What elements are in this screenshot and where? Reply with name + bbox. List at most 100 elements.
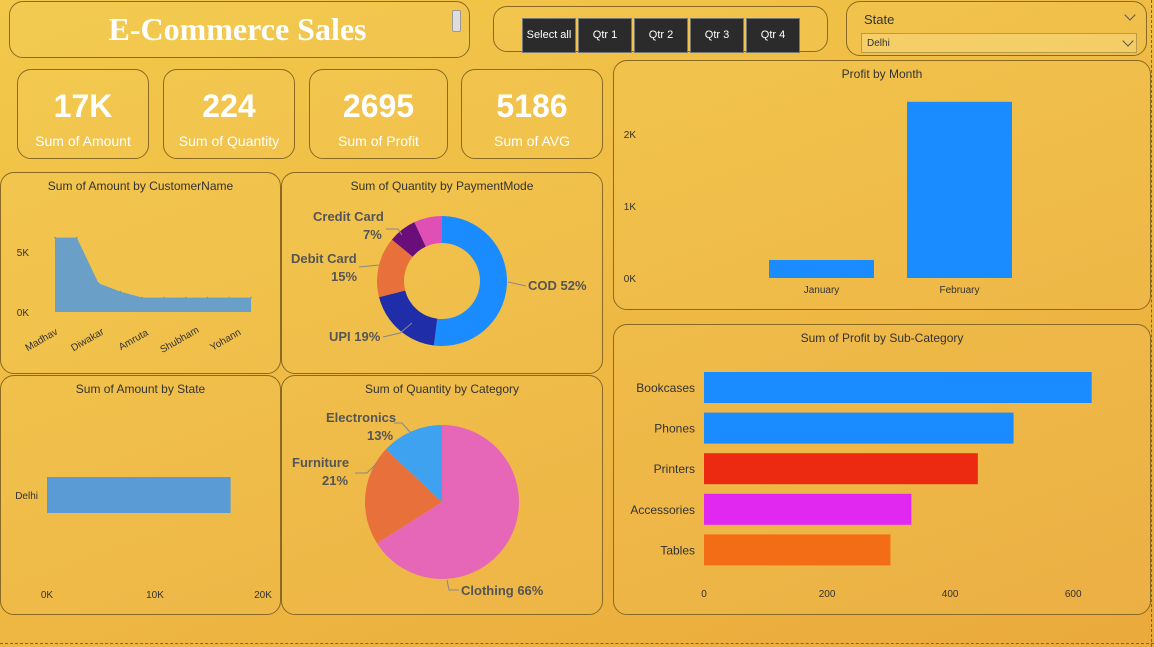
bar [47,477,231,513]
collapse-chevron-icon[interactable] [1124,9,1136,21]
profit-by-month-chart: January February 2K 1K 0K [624,101,1012,296]
slice-label: 13% [367,428,393,443]
y-tick-label: 5K [17,248,30,259]
slice-label: Debit Card [291,251,357,266]
kpi-card-quantity: 224 Sum of Quantity [163,69,295,159]
y-category-label: Delhi [15,491,38,502]
quantity-by-category-card: Sum of Quantity by Category Clothing 66%… [281,375,603,615]
x-tick-label: 0K [41,590,54,601]
slice-label: Credit Card [313,209,384,224]
x-tick-label: 20K [254,590,272,601]
slice-label: COD 52% [528,278,587,293]
amount-by-customer-chart: 5K 0K Madhav Diwakar Amruta Shubham Yohann [17,236,252,356]
y-tick-label: 2K [624,130,637,141]
leader-line [394,422,411,433]
state-dropdown[interactable]: Delhi [861,33,1137,53]
qtr-3-button[interactable]: Qtr 3 [690,18,744,53]
scroll-indicator-icon[interactable] [452,10,461,32]
y-tick-label: 0K [624,274,637,285]
slice-label: UPI 19% [329,329,381,344]
quantity-by-category-chart: Clothing 66% Furniture 21% Electronics 13% [292,410,544,598]
qtr-2-button[interactable]: Qtr 2 [634,18,688,53]
state-slicer-label: State [864,12,895,27]
state-dropdown-value: Delhi [867,38,890,49]
x-tick-label: Diwakar [69,326,106,354]
kpi-value: 5186 [496,88,568,124]
bar [704,453,978,485]
data-point [250,296,252,299]
bar [704,534,891,566]
x-tick-label: Yohann [208,327,243,353]
x-tick-label: Amruta [117,327,151,353]
qtr-4-button[interactable]: Qtr 4 [746,18,800,53]
kpi-label: Sum of Quantity [178,133,280,149]
y-category-label: Bookcases [636,381,695,395]
profit-by-subcategory-card: Sum of Profit by Sub-Category Bookcases P… [613,324,1151,615]
kpi-value: 17K [53,88,113,124]
x-category-label: February [939,285,979,296]
canvas-bottom-border [0,643,1154,644]
y-category-label: Printers [654,462,695,476]
page-title: E-Commerce Sales [108,11,367,47]
kpi-value: 2695 [342,88,415,124]
kpi-label: Sum of Profit [338,133,419,149]
bar [769,260,874,278]
donut-slice [379,290,438,346]
data-point [141,296,143,299]
amount-by-state-card: Sum of Amount by State Delhi 0K 10K 20K [0,375,281,615]
kpi-label: Sum of AVG [494,133,570,149]
data-point [163,296,165,299]
profit-by-month-card: Profit by Month January February 2K 1K 0K [613,60,1151,310]
leader-line [507,281,527,287]
amount-by-customer-card: Sum of Amount by CustomerName 5K 0K Madhav… [0,172,281,374]
slice-label: Clothing 66% [461,583,544,598]
state-slicer: State Delhi [846,1,1147,56]
chevron-down-icon [1122,35,1134,47]
kpi-value: 224 [202,88,256,124]
x-tick-label: Madhav [24,327,60,354]
x-tick-label: 200 [819,589,836,600]
quantity-by-paymentmode-card: Sum of Quantity by PaymentMode COD 52% UP… [281,172,603,374]
x-tick-label: Shubham [158,325,201,356]
bar [907,101,1012,279]
title-card: E-Commerce Sales [9,1,470,58]
data-point [119,290,122,293]
y-category-label: Tables [660,543,695,557]
kpi-card-profit: 2695 Sum of Profit [309,69,448,159]
canvas-right-border [1151,0,1152,647]
profit-by-subcategory-chart: Bookcases Phones Printers Accessories Tables… [630,372,1092,600]
x-category-label: January [804,285,840,296]
y-category-label: Accessories [630,503,695,517]
qtr-1-button[interactable]: Qtr 1 [578,18,632,53]
x-tick-label: 400 [942,589,959,600]
slice-label: 21% [322,473,348,488]
data-point [206,296,209,299]
donut-slice [433,216,507,346]
kpi-card-avg: 5186 Sum of AVG [461,69,603,159]
amount-by-state-chart: Delhi 0K 10K 20K [15,477,272,601]
y-category-label: Phones [654,422,695,436]
slice-label: 15% [331,269,357,284]
x-tick-label: 600 [1065,589,1082,600]
leader-line [446,579,459,591]
data-point [54,236,56,239]
leader-line [358,264,380,268]
area-series [55,237,251,312]
kpi-label: Sum of Amount [35,133,131,149]
kpi-card-amount: 17K Sum of Amount [17,69,149,159]
bar [704,412,1014,444]
slice-label: Furniture [292,455,349,470]
data-point [184,296,187,299]
data-point [97,282,100,284]
bar [704,372,1092,403]
data-point [75,236,78,239]
qtr-select-all-button[interactable]: Select all [522,18,576,53]
slice-label: Electronics [326,410,396,425]
quantity-by-paymentmode-chart: COD 52% UPI 19% Debit Card 15% Credit Card 7% [291,209,587,346]
slice-label: 7% [363,227,382,242]
data-point [228,296,231,299]
bar [704,493,912,525]
y-tick-label: 1K [624,202,637,213]
quarter-slicer: Select all Qtr 1 Qtr 2 Qtr 3 Qtr 4 [493,6,828,53]
y-tick-label: 0K [17,308,30,319]
